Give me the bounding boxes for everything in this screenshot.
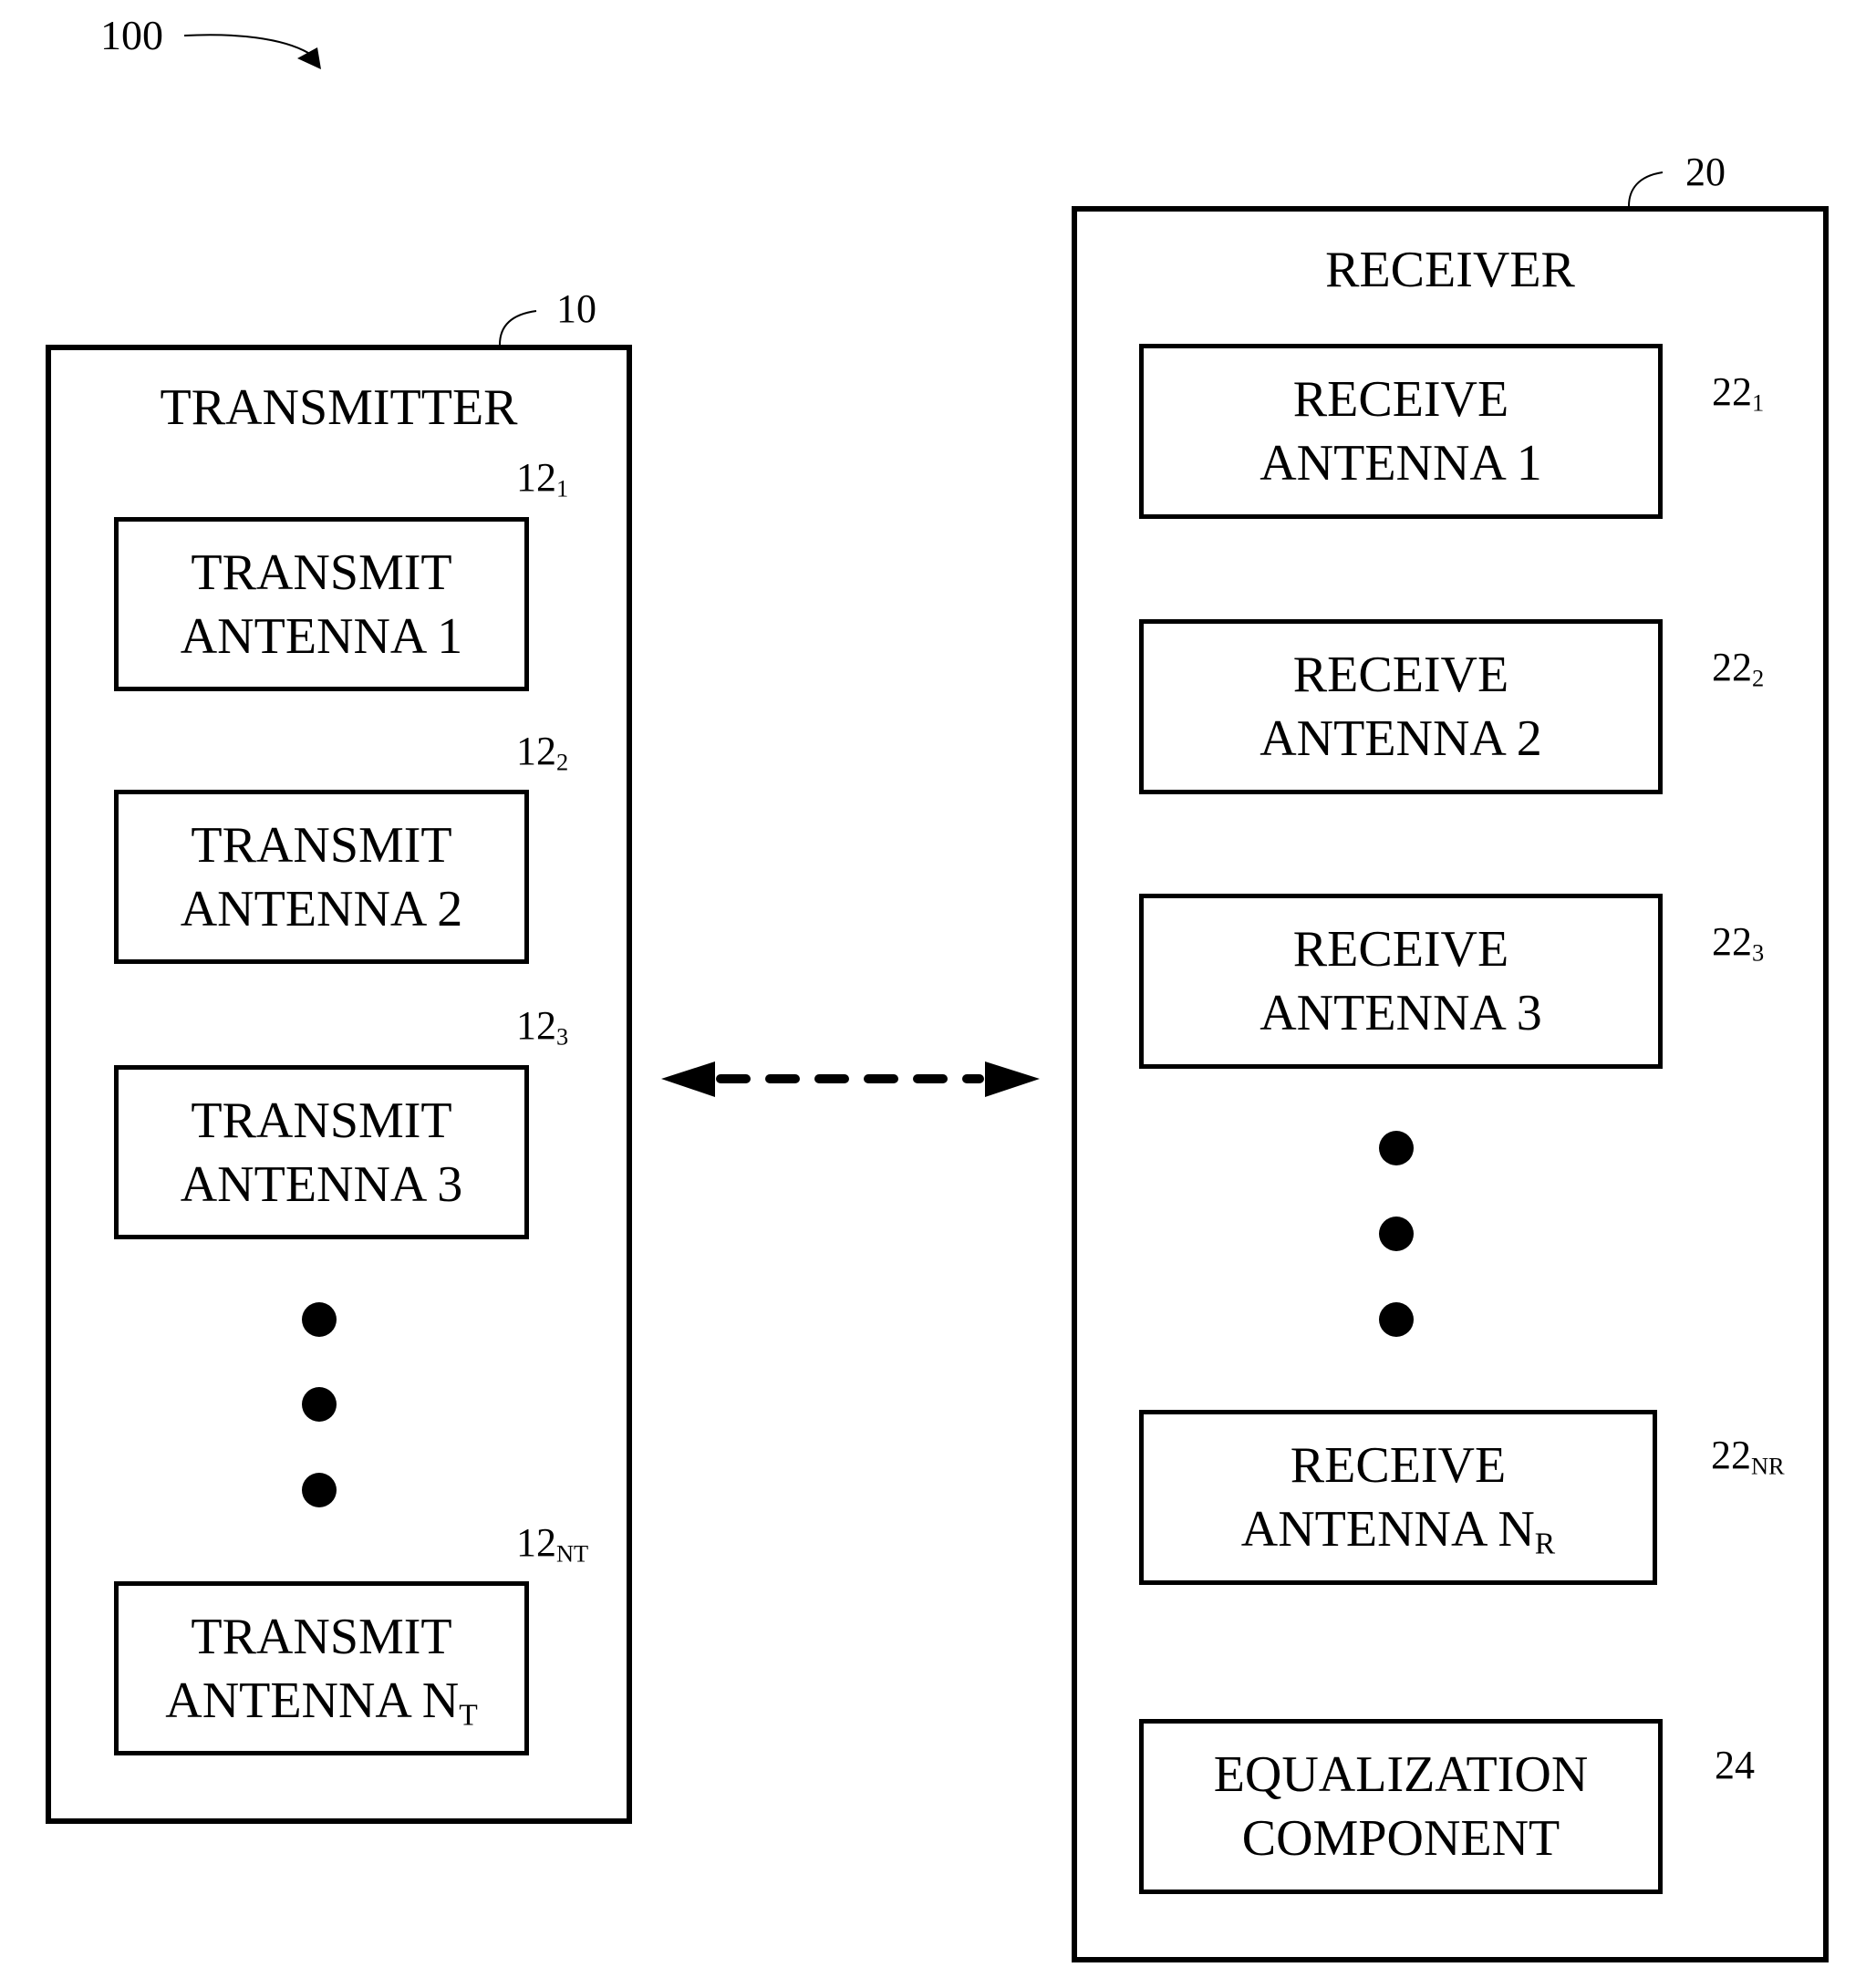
receive-antenna-3-ref: 223 <box>1712 919 1765 967</box>
receive-antenna-2: RECEIVE ANTENNA 2 <box>1139 619 1663 794</box>
figure-ref-label: 100 <box>100 12 163 58</box>
antenna-label-line1: TRANSMIT <box>191 816 452 874</box>
antenna-label-line2: ANTENNA NT <box>165 1672 478 1732</box>
antenna-label-line1: RECEIVE <box>1292 647 1509 703</box>
antenna-label-line2: ANTENNA 1 <box>180 607 463 665</box>
receive-antenna-2-ref: 222 <box>1712 645 1765 692</box>
receiver-title: RECEIVER <box>1325 242 1575 298</box>
transmit-antenna-nt-ref: 12NT <box>516 1520 589 1568</box>
transmitter-title: TRANSMITTER <box>160 379 518 436</box>
equalizer-label-line1: EQUALIZATION <box>1213 1746 1589 1803</box>
antenna-label-line1: RECEIVE <box>1292 921 1509 978</box>
receive-antenna-nr: RECEIVE ANTENNA NR <box>1139 1410 1657 1585</box>
link-arrowhead-left <box>661 1061 715 1097</box>
figure-pointer-arrowhead <box>297 47 321 69</box>
leader-line-10 <box>499 310 537 346</box>
antenna-label-line2: ANTENNA 3 <box>180 1155 463 1213</box>
equalization-component: EQUALIZATION COMPONENT <box>1139 1719 1663 1894</box>
leader-line-20 <box>1628 171 1664 207</box>
antenna-label-line2: ANTENNA NR <box>1240 1501 1556 1561</box>
equalizer-label-line2: COMPONENT <box>1241 1810 1560 1867</box>
receive-antenna-nr-ref: 22NR <box>1711 1433 1785 1480</box>
antenna-label-line1: TRANSMIT <box>191 1092 452 1149</box>
equalization-component-ref: 24 <box>1715 1743 1755 1787</box>
transmit-antenna-2-ref: 122 <box>516 729 569 776</box>
transmit-antenna-nt: TRANSMIT ANTENNA NT <box>114 1581 529 1755</box>
transmit-antenna-3: TRANSMIT ANTENNA 3 <box>114 1065 529 1239</box>
receive-antenna-3: RECEIVE ANTENNA 3 <box>1139 894 1663 1069</box>
transmit-antenna-1-ref: 121 <box>516 455 569 502</box>
ellipsis-dot <box>1379 1217 1414 1251</box>
transmit-antenna-1: TRANSMIT ANTENNA 1 <box>114 517 529 691</box>
antenna-label-line2: ANTENNA 3 <box>1260 985 1542 1041</box>
bidirectional-link-arrow <box>661 1061 1040 1097</box>
transmit-antenna-3-ref: 123 <box>516 1003 569 1051</box>
receive-antenna-1: RECEIVE ANTENNA 1 <box>1139 344 1663 519</box>
antenna-label-line1: RECEIVE <box>1292 371 1509 428</box>
ellipsis-dot <box>1379 1302 1414 1337</box>
transmit-antenna-2: TRANSMIT ANTENNA 2 <box>114 790 529 964</box>
receiver-ref: 20 <box>1685 150 1726 194</box>
figure-pointer-arrow <box>183 34 309 54</box>
antenna-label-line2: ANTENNA 2 <box>180 880 463 937</box>
ellipsis-dot <box>1379 1131 1414 1165</box>
antenna-label-line1: TRANSMIT <box>191 544 452 601</box>
ellipsis-dot <box>302 1387 337 1422</box>
link-arrowhead-right <box>985 1061 1040 1097</box>
ellipsis-dot <box>302 1473 337 1507</box>
antenna-label-line2: ANTENNA 2 <box>1260 710 1542 767</box>
antenna-label-line1: TRANSMIT <box>191 1608 452 1665</box>
ellipsis-dot <box>302 1302 337 1337</box>
antenna-label-line1: RECEIVE <box>1290 1437 1507 1494</box>
transmitter-ref: 10 <box>556 286 596 331</box>
antenna-label-line2: ANTENNA 1 <box>1260 435 1542 492</box>
receive-antenna-1-ref: 221 <box>1712 369 1765 417</box>
